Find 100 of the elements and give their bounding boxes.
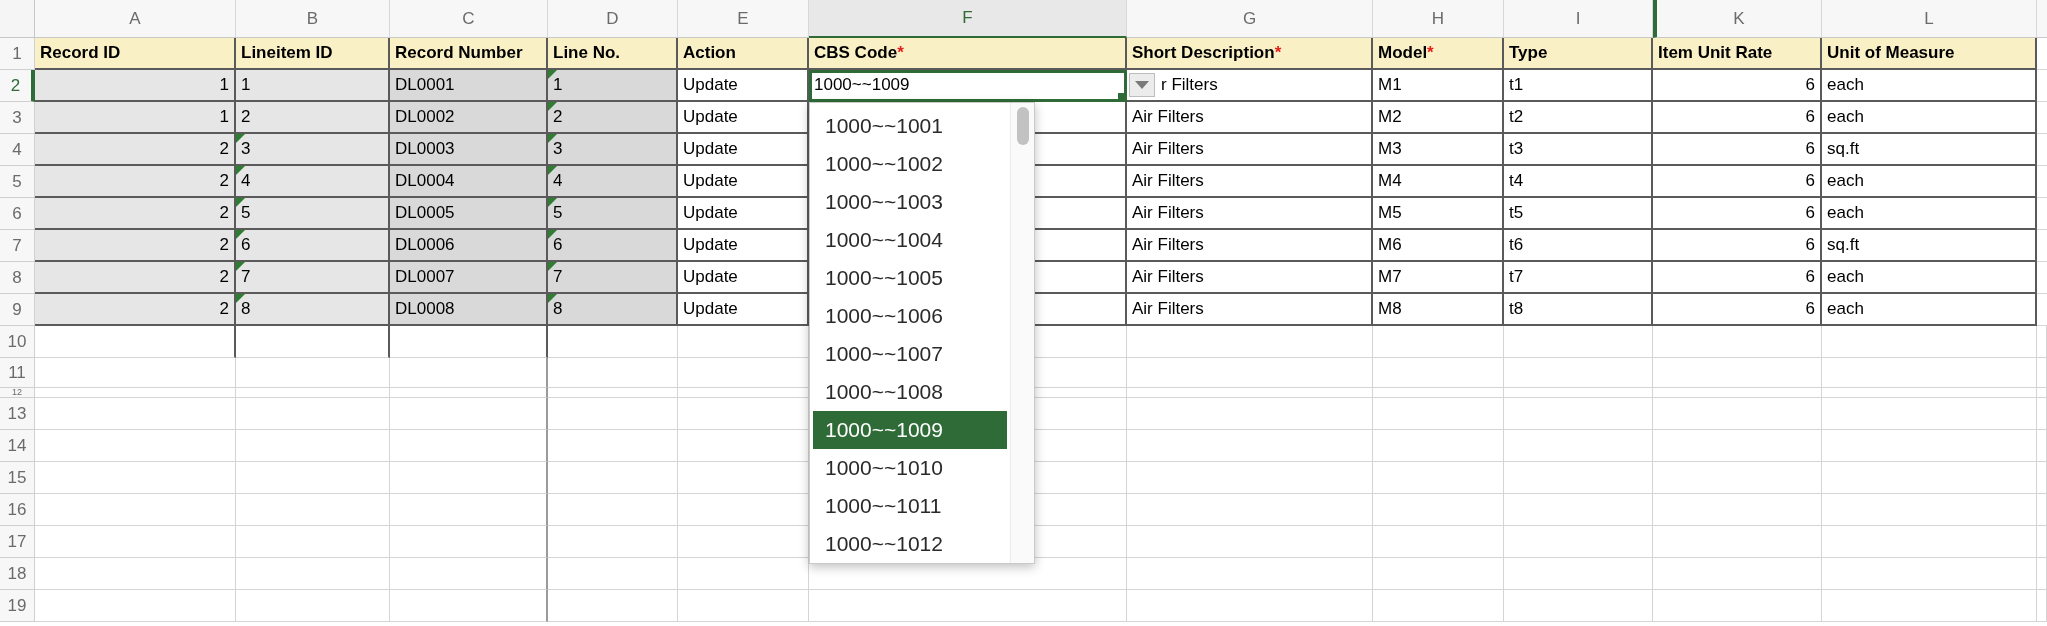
dropdown-option[interactable]: 1000~~1002 xyxy=(813,145,1007,183)
row-header[interactable]: 18 xyxy=(0,558,35,590)
header-text: Model xyxy=(1378,42,1428,65)
dropdown-option[interactable]: 1000~~1005 xyxy=(813,259,1007,297)
table-cell: DL0006 xyxy=(390,230,548,262)
table-cell: DL0007 xyxy=(390,262,548,294)
row-header[interactable]: 3 xyxy=(0,102,35,134)
scrollbar[interactable] xyxy=(1010,103,1034,563)
header-cell: Record Number xyxy=(390,38,548,70)
table-cell: t8 xyxy=(1504,294,1653,326)
row-header[interactable]: 2 xyxy=(0,70,35,102)
dropdown-option[interactable]: 1000~~1001 xyxy=(813,107,1007,145)
column-header[interactable]: F xyxy=(809,0,1127,38)
table-cell: Air Filters xyxy=(1127,198,1373,230)
table-cell: each xyxy=(1822,166,2037,198)
header-cell: Type xyxy=(1504,38,1653,70)
table-cell: t2 xyxy=(1504,102,1653,134)
table-cell: 3 xyxy=(548,134,678,166)
empty-cell xyxy=(2037,358,2047,388)
table-cell: 2 xyxy=(35,166,236,198)
row-header[interactable]: 13 xyxy=(0,398,35,430)
dropdown-button[interactable] xyxy=(1129,73,1155,97)
dropdown-option[interactable]: 1000~~1010 xyxy=(813,449,1007,487)
scrollbar-thumb[interactable] xyxy=(1016,107,1029,145)
cell-input[interactable]: 1000~~1009 xyxy=(809,70,1127,102)
dropdown-option[interactable]: 1000~~1007 xyxy=(813,335,1007,373)
required-mark: * xyxy=(1427,42,1434,65)
column-header[interactable]: C xyxy=(390,0,548,38)
empty-cell xyxy=(2037,494,2047,526)
row-header[interactable]: 7 xyxy=(0,230,35,262)
table-cell: Update xyxy=(678,262,809,294)
row-header[interactable]: 5 xyxy=(0,166,35,198)
row-header[interactable]: 10 xyxy=(0,326,35,358)
row-header[interactable]: 17 xyxy=(0,526,35,558)
column-header[interactable]: A xyxy=(35,0,236,38)
table-cell: Update xyxy=(678,230,809,262)
table-cell: 2 xyxy=(35,230,236,262)
row-header[interactable]: 6 xyxy=(0,198,35,230)
table-cell: 5 xyxy=(236,198,390,230)
row-header[interactable]: 11 xyxy=(0,358,35,388)
table-cell: M6 xyxy=(1373,230,1504,262)
column-header[interactable]: K xyxy=(1653,0,1822,38)
row-header[interactable]: 8 xyxy=(0,262,35,294)
row-header[interactable]: 15 xyxy=(0,462,35,494)
table-cell: 7 xyxy=(236,262,390,294)
table-cell: M1 xyxy=(1373,70,1504,102)
empty-cell xyxy=(2037,462,2047,494)
table-cell: 6 xyxy=(1653,134,1822,166)
table-cell: M2 xyxy=(1373,102,1504,134)
table-cell: Update xyxy=(678,166,809,198)
table-cell: M7 xyxy=(1373,262,1504,294)
table-cell: t4 xyxy=(1504,166,1653,198)
table-cell: DL0004 xyxy=(390,166,548,198)
table-cell: each xyxy=(1822,70,2037,102)
caret-icon xyxy=(1135,81,1149,89)
table-cell: each xyxy=(1822,294,2037,326)
column-header[interactable]: L xyxy=(1822,0,2037,38)
table-cell: DL0002 xyxy=(390,102,548,134)
table-cell: 6 xyxy=(1653,102,1822,134)
column-header[interactable]: B xyxy=(236,0,390,38)
table-cell: Air Filters xyxy=(1127,134,1373,166)
select-all-corner[interactable] xyxy=(0,0,35,38)
dropdown-option[interactable]: 1000~~1011 xyxy=(813,487,1007,525)
table-cell: 8 xyxy=(236,294,390,326)
table-cell: 2 xyxy=(35,294,236,326)
dropdown-option[interactable]: 1000~~1006 xyxy=(813,297,1007,335)
table-cell: M5 xyxy=(1373,198,1504,230)
row-header[interactable]: 4 xyxy=(0,134,35,166)
table-cell: t1 xyxy=(1504,70,1653,102)
table-cell: t6 xyxy=(1504,230,1653,262)
table-cell: t3 xyxy=(1504,134,1653,166)
fill-handle[interactable] xyxy=(1118,93,1125,100)
table-cell: 6 xyxy=(1653,262,1822,294)
table-cell: 2 xyxy=(35,198,236,230)
column-header[interactable] xyxy=(2037,0,2047,38)
row-header[interactable]: 1 xyxy=(0,38,35,70)
row-header[interactable]: 9 xyxy=(0,294,35,326)
row-header[interactable]: 12 xyxy=(0,388,35,398)
table-cell: Update xyxy=(678,134,809,166)
table-cell: Air Filters xyxy=(1127,294,1373,326)
row-header[interactable]: 14 xyxy=(0,430,35,462)
empty-cell xyxy=(2037,388,2047,398)
column-header[interactable]: I xyxy=(1504,0,1653,38)
dropdown-option[interactable]: 1000~~1008 xyxy=(813,373,1007,411)
table-cell: 4 xyxy=(236,166,390,198)
required-mark: * xyxy=(1274,42,1282,65)
dropdown-option[interactable]: 1000~~1004 xyxy=(813,221,1007,259)
column-header[interactable]: D xyxy=(548,0,678,38)
column-header[interactable]: E xyxy=(678,0,809,38)
dropdown-option[interactable]: 1000~~1003 xyxy=(813,183,1007,221)
dropdown-option[interactable]: 1000~~1012 xyxy=(813,525,1007,563)
column-header[interactable]: H xyxy=(1373,0,1504,38)
row-header[interactable]: 19 xyxy=(0,590,35,622)
table-cell: Update xyxy=(678,102,809,134)
column-header[interactable]: G xyxy=(1127,0,1373,38)
table-cell: 2 xyxy=(548,102,678,134)
header-cell: Action xyxy=(678,38,809,70)
table-cell: 1 xyxy=(548,70,678,102)
dropdown-option[interactable]: 1000~~1009 xyxy=(813,411,1007,449)
row-header[interactable]: 16 xyxy=(0,494,35,526)
